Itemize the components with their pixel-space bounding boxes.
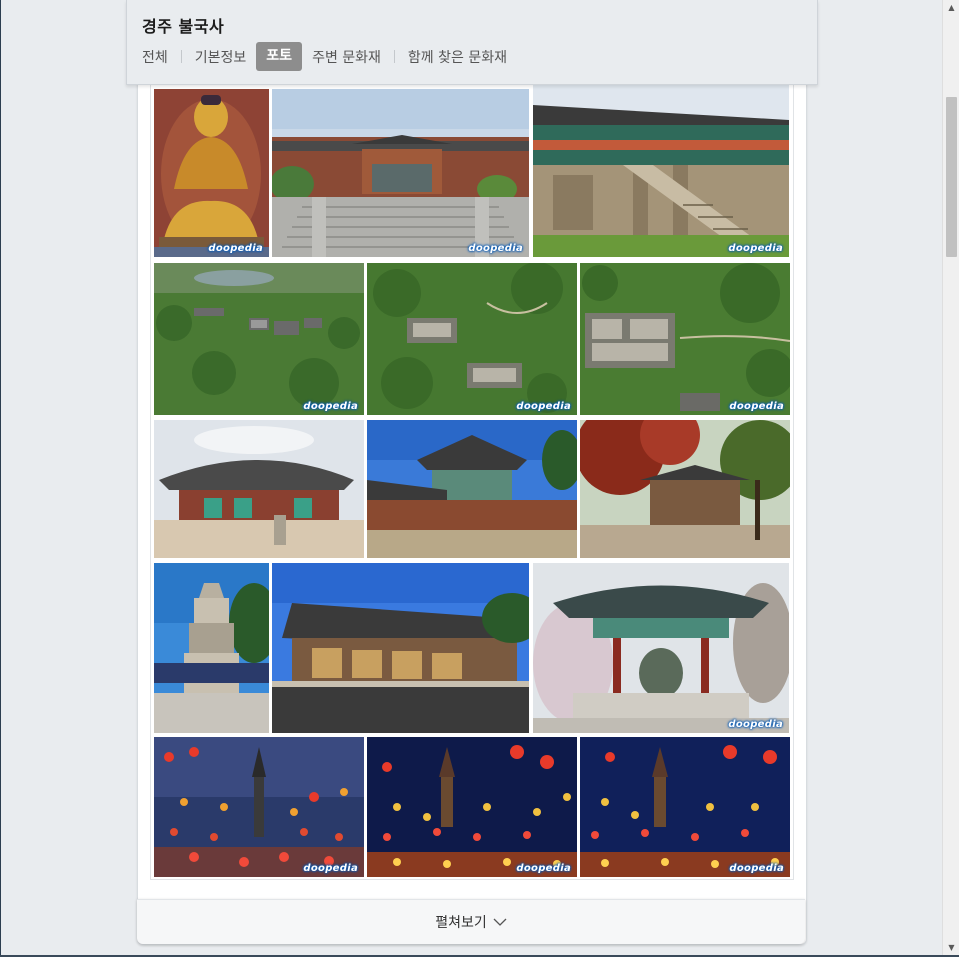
doopedia-watermark: doopedia bbox=[303, 401, 358, 412]
doopedia-watermark: doopedia bbox=[728, 719, 783, 730]
scroll-down-arrow-icon[interactable]: ▼ bbox=[943, 940, 959, 956]
tab-photo[interactable]: 포토 bbox=[256, 42, 303, 71]
photo-aerial-3[interactable]: doopedia bbox=[580, 263, 790, 415]
sticky-header: 경주 불국사 전체 기본정보 포토 주변 문화재 함께 찾은 문화재 bbox=[126, 0, 818, 85]
photo-gallery: doopedia doopedia doopedia doopedia doop… bbox=[150, 85, 794, 880]
doopedia-watermark: doopedia bbox=[516, 863, 571, 874]
photo-pavilion-sky[interactable] bbox=[367, 420, 577, 558]
photo-lantern-2[interactable]: doopedia bbox=[367, 737, 577, 877]
tab-divider bbox=[393, 50, 395, 63]
page-title: 경주 불국사 bbox=[142, 17, 225, 36]
vertical-scrollbar[interactable]: ▲ ▼ bbox=[942, 0, 959, 957]
tab-basic-info[interactable]: 기본정보 bbox=[195, 47, 247, 67]
tab-divider bbox=[180, 50, 182, 63]
photo-autumn-courtyard[interactable] bbox=[580, 420, 790, 558]
photo-long-hall[interactable] bbox=[272, 563, 529, 733]
doopedia-watermark: doopedia bbox=[729, 863, 784, 874]
photo-aerial-1[interactable]: doopedia bbox=[154, 263, 364, 415]
doopedia-watermark: doopedia bbox=[729, 401, 784, 412]
doopedia-watermark: doopedia bbox=[208, 243, 263, 254]
scroll-up-arrow-icon[interactable]: ▲ bbox=[943, 0, 959, 16]
scrollbar-thumb[interactable] bbox=[946, 97, 957, 257]
photo-lantern-3[interactable]: doopedia bbox=[580, 737, 790, 877]
photo-aerial-2[interactable]: doopedia bbox=[367, 263, 577, 415]
doopedia-watermark: doopedia bbox=[303, 863, 358, 874]
photo-bell-pavilion[interactable]: doopedia bbox=[533, 563, 789, 733]
doopedia-watermark: doopedia bbox=[728, 243, 783, 254]
expand-button[interactable]: 펼쳐보기 bbox=[137, 899, 805, 944]
doopedia-watermark: doopedia bbox=[468, 243, 523, 254]
photo-golden-buddha[interactable]: doopedia bbox=[154, 89, 269, 257]
photo-daeungjeon-hall[interactable] bbox=[154, 420, 364, 558]
photo-temple-entrance[interactable]: doopedia bbox=[272, 89, 529, 257]
chevron-down-icon bbox=[493, 918, 507, 926]
photo-stone-stairway[interactable]: doopedia bbox=[533, 85, 789, 257]
tab-bar: 전체 기본정보 포토 주변 문화재 함께 찾은 문화재 bbox=[142, 42, 507, 71]
photo-lantern-1[interactable]: doopedia bbox=[154, 737, 364, 877]
tab-related-heritage[interactable]: 함께 찾은 문화재 bbox=[408, 47, 507, 67]
window-edge bbox=[0, 0, 1, 957]
doopedia-watermark: doopedia bbox=[516, 401, 571, 412]
tab-nearby-heritage[interactable]: 주변 문화재 bbox=[312, 47, 381, 67]
expand-button-label: 펼쳐보기 bbox=[435, 915, 487, 931]
tab-all[interactable]: 전체 bbox=[142, 47, 168, 67]
photo-dabotap-pagoda[interactable] bbox=[154, 563, 269, 733]
